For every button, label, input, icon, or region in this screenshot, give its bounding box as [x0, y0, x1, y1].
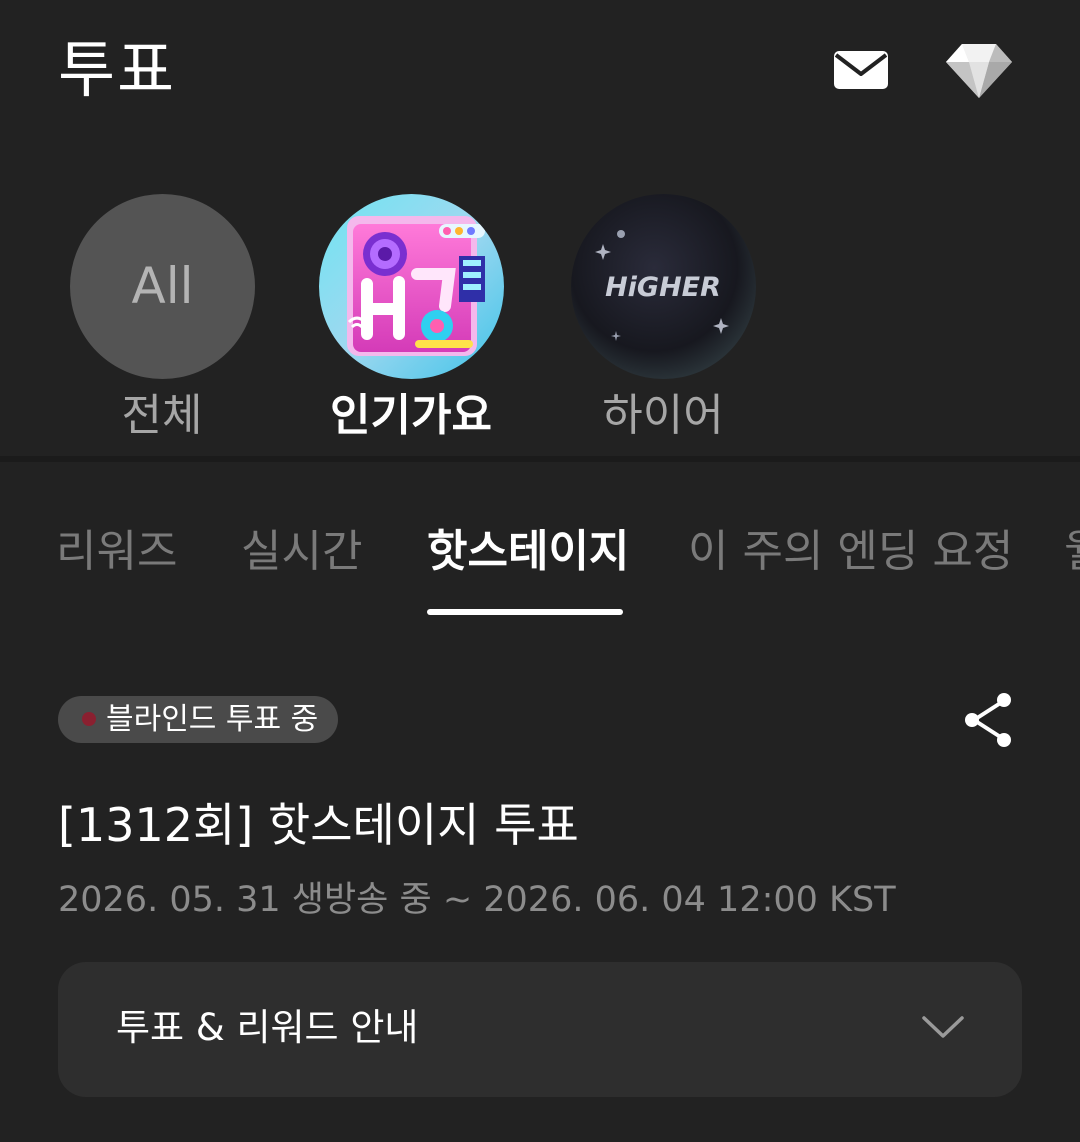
tab-hot-stage[interactable]: 핫스테이지	[427, 522, 629, 582]
status-badge: 블라인드 투표 중	[58, 696, 339, 743]
vote-title: [1312회] 핫스테이지 투표	[58, 798, 579, 852]
program-higher-label: 하이어	[602, 390, 724, 441]
page-title: 투표	[58, 33, 177, 106]
vote-reward-info-label: 투표 & 리워드 안내	[116, 1006, 419, 1049]
program-higher[interactable]: HiGHER 하이어	[548, 194, 778, 454]
header: 투표	[0, 0, 1080, 150]
share-button[interactable]	[962, 690, 1018, 750]
tab-rewards[interactable]: 리워즈	[56, 522, 177, 582]
program-all-avatar: All	[70, 194, 255, 379]
diamond-icon	[946, 44, 1012, 98]
chevron-down-icon	[922, 1016, 964, 1038]
program-inkigayo-label: 인기가요	[330, 390, 492, 441]
status-dot	[82, 712, 96, 726]
gem-button[interactable]	[944, 42, 1014, 100]
vote-period: 2026. 05. 31 생방송 중 ~ 2026. 06. 04 12:00 …	[58, 880, 896, 920]
share-icon	[965, 693, 1011, 747]
program-all-label: 전체	[121, 390, 203, 441]
status-badge-label: 블라인드 투표 중	[106, 702, 319, 737]
active-tab-indicator	[427, 609, 623, 615]
vote-category-tabs: 리워즈 실시간 핫스테이지 이 주의 엔딩 요정 월	[0, 500, 1080, 620]
tab-monthly[interactable]: 월	[1064, 522, 1080, 582]
program-all[interactable]: All 전체	[47, 194, 277, 454]
mail-button[interactable]	[833, 50, 889, 90]
inkigayo-logo	[319, 194, 504, 379]
envelope-icon	[834, 51, 888, 89]
vote-reward-info-accordion[interactable]: 투표 & 리워드 안내	[58, 962, 1022, 1097]
tab-realtime[interactable]: 실시간	[241, 522, 362, 582]
higher-logo-text: HiGHER	[605, 272, 721, 303]
higher-logo: HiGHER	[571, 194, 756, 379]
program-inkigayo[interactable]: 인기가요	[296, 194, 526, 454]
program-all-avatar-text: All	[131, 257, 194, 315]
section-divider	[0, 456, 1080, 462]
tab-ending-fairy[interactable]: 이 주의 엔딩 요정	[688, 522, 1013, 582]
program-selector: All 전체 인기가요 HiGHER 하이어	[0, 150, 1080, 456]
